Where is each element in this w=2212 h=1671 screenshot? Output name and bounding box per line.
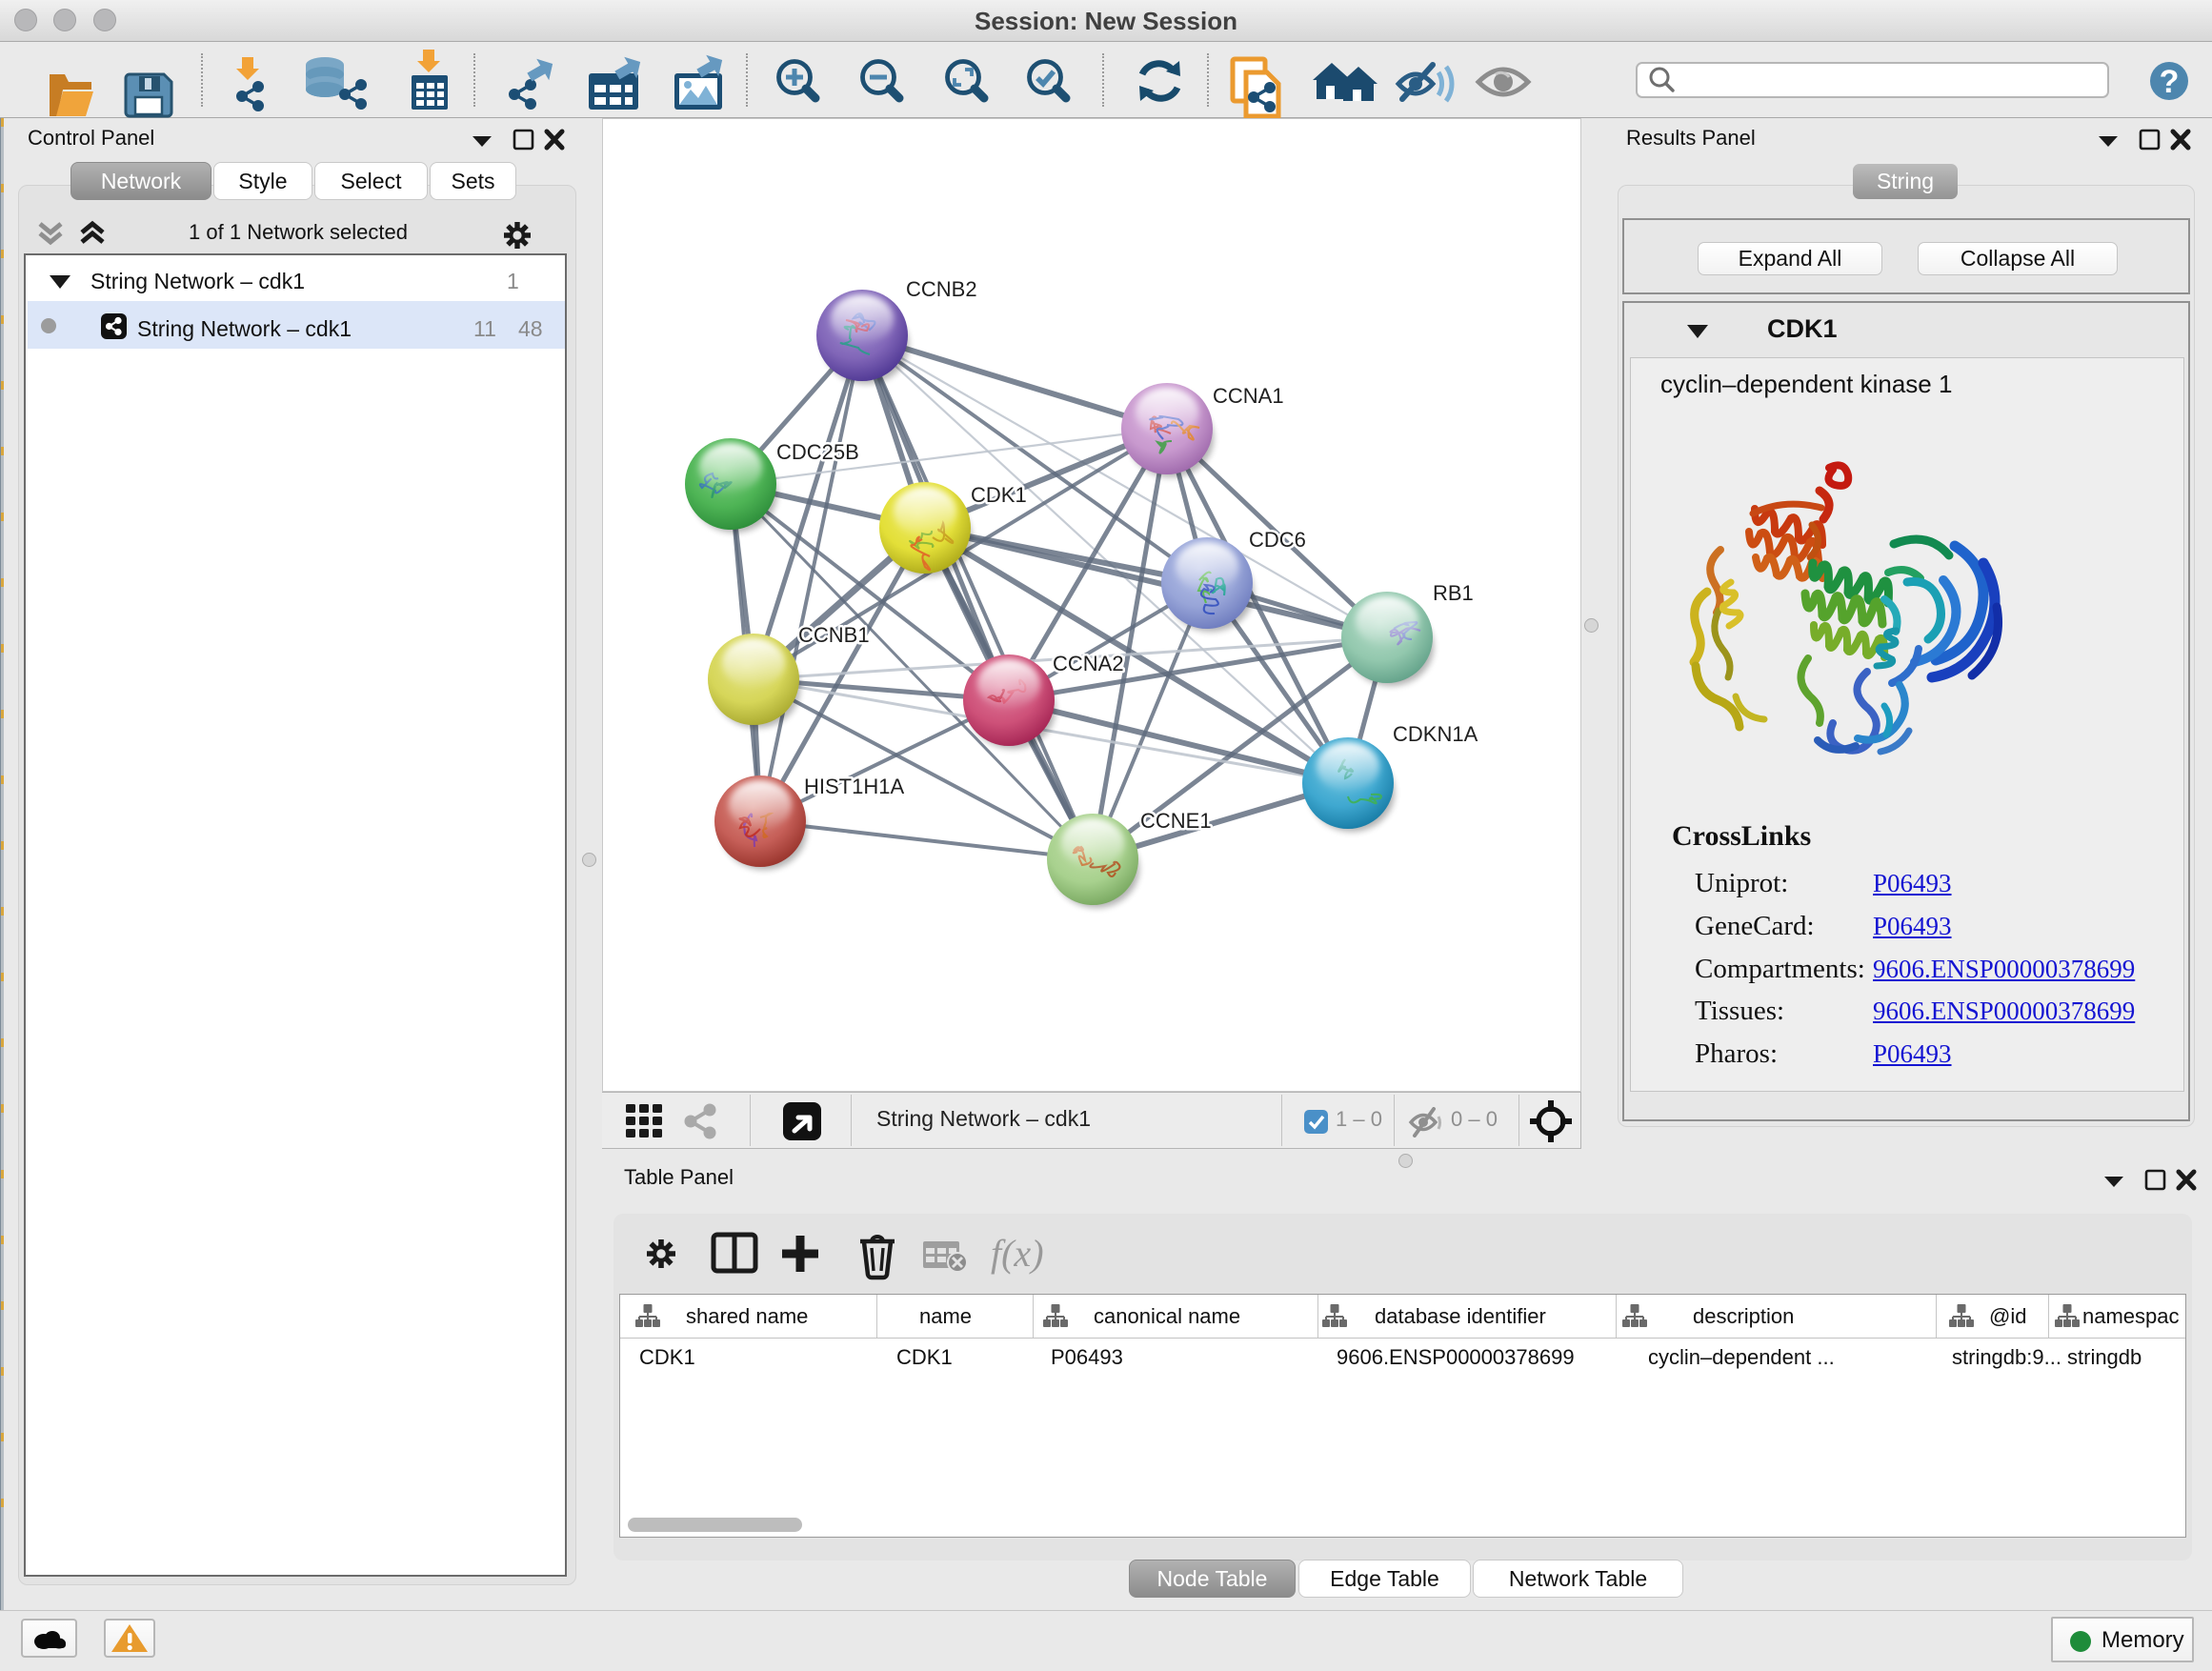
svg-text:f(x): f(x) <box>991 1232 1044 1275</box>
svg-text:?: ? <box>2160 64 2180 100</box>
svg-text:CCNB2: CCNB2 <box>906 277 977 301</box>
svg-text:RB1: RB1 <box>1433 581 1474 605</box>
svg-text:CDC6: CDC6 <box>1249 528 1306 552</box>
svg-text:CCNA2: CCNA2 <box>1053 652 1124 675</box>
svg-text:HIST1H1A: HIST1H1A <box>804 775 904 798</box>
svg-text:CCNE1: CCNE1 <box>1140 809 1212 833</box>
svg-text:CDKN1A: CDKN1A <box>1393 722 1478 746</box>
svg-text:CDC25B: CDC25B <box>776 440 859 464</box>
svg-text:CCNB1: CCNB1 <box>798 623 870 647</box>
svg-text:CCNA1: CCNA1 <box>1213 384 1284 408</box>
svg-text:CDK1: CDK1 <box>971 483 1027 507</box>
